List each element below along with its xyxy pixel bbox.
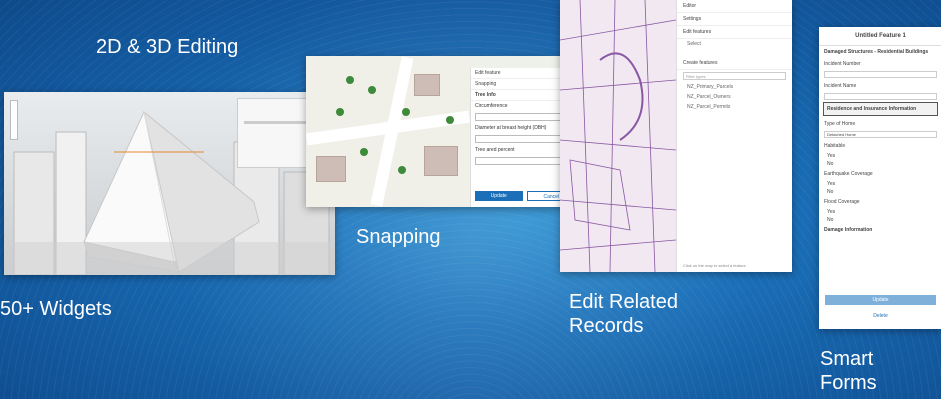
type-of-home-label: Type of Home <box>824 121 856 127</box>
caption-editing: 2D & 3D Editing <box>96 36 239 58</box>
caption-edit-related-line1: Edit Related <box>569 291 678 313</box>
incident-number-input[interactable] <box>824 71 937 78</box>
tree-point[interactable] <box>346 76 354 84</box>
incident-number-label: Incident Number <box>824 61 861 67</box>
habitable-yes-radio[interactable]: Yes <box>819 152 941 160</box>
building-roof <box>414 74 440 96</box>
parcel-lines <box>560 0 677 272</box>
update-button[interactable]: Update <box>475 191 523 201</box>
earthquake-label: Earthquake Coverage <box>824 171 873 177</box>
tree-point[interactable] <box>336 108 344 116</box>
tree-point[interactable] <box>360 148 368 156</box>
layer-item[interactable]: NZ_Parcel_Permits <box>677 102 792 112</box>
form-title: Untitled Feature 1 <box>819 27 941 46</box>
scene-toolbar[interactable] <box>10 100 18 140</box>
layer-item[interactable]: NZ_Primary_Parcels <box>677 82 792 92</box>
filter-types-input[interactable]: Filter types <box>683 72 786 80</box>
building-roof <box>424 146 458 176</box>
caption-edit-related: Edit Related Records <box>569 290 678 338</box>
flood-no-radio[interactable]: No <box>819 216 941 224</box>
habitable-no-radio[interactable]: No <box>819 160 941 168</box>
tree-point[interactable] <box>446 116 454 124</box>
form-delete-button[interactable]: Delete <box>825 311 936 321</box>
editor-title: Editor <box>677 0 792 13</box>
caption-widgets: 50+ Widgets <box>0 298 112 320</box>
building-roof <box>316 156 346 182</box>
caption-smart-line2: Forms <box>820 372 877 394</box>
screenshot-3d-editing <box>4 92 335 275</box>
flood-yes-radio[interactable]: Yes <box>819 208 941 216</box>
caption-snapping: Snapping <box>356 226 441 248</box>
tree-point[interactable] <box>368 86 376 94</box>
caption-smart-forms: Smart Forms <box>820 347 877 395</box>
select-tool[interactable]: Select <box>677 39 792 49</box>
settings-link[interactable]: Settings <box>677 13 792 26</box>
screenshot-edit-related: Editor Settings Edit features Select Cre… <box>560 0 792 272</box>
parcel-map[interactable] <box>560 0 677 272</box>
screenshot-snapping: Edit feature Snapping Tree Info Circumfe… <box>306 56 582 207</box>
edit-features-label: Edit features <box>677 26 792 39</box>
habitable-label: Habitable <box>824 143 846 149</box>
form-group-title: Damaged Structures - Residential Buildin… <box>824 49 929 55</box>
snapping-map[interactable] <box>306 56 471 207</box>
editor-panel: Editor Settings Edit features Select Cre… <box>676 0 792 272</box>
flood-label: Flood Coverage <box>824 199 860 205</box>
caption-smart-line1: Smart <box>820 348 874 370</box>
earthquake-yes-radio[interactable]: Yes <box>819 180 941 188</box>
editor-footer: Click on the map to select a feature. <box>683 263 747 268</box>
type-of-home-select[interactable]: Detached Home <box>824 131 937 138</box>
section-residence[interactable]: Residence and Insurance Information <box>823 102 938 116</box>
incident-name-label: Incident Name <box>824 83 857 89</box>
incident-name-input[interactable] <box>824 93 937 100</box>
damage-info-section[interactable]: Damage Information <box>819 224 941 236</box>
layer-item[interactable]: NZ_Parcel_Owners <box>677 92 792 102</box>
screenshot-smart-forms: Untitled Feature 1 Damaged Structures - … <box>819 27 941 329</box>
tree-point[interactable] <box>398 166 406 174</box>
tree-point[interactable] <box>402 108 410 116</box>
create-features-label: Create features <box>677 57 792 70</box>
form-update-button[interactable]: Update <box>825 295 936 305</box>
caption-edit-related-line2: Records <box>569 315 644 337</box>
earthquake-no-radio[interactable]: No <box>819 188 941 196</box>
